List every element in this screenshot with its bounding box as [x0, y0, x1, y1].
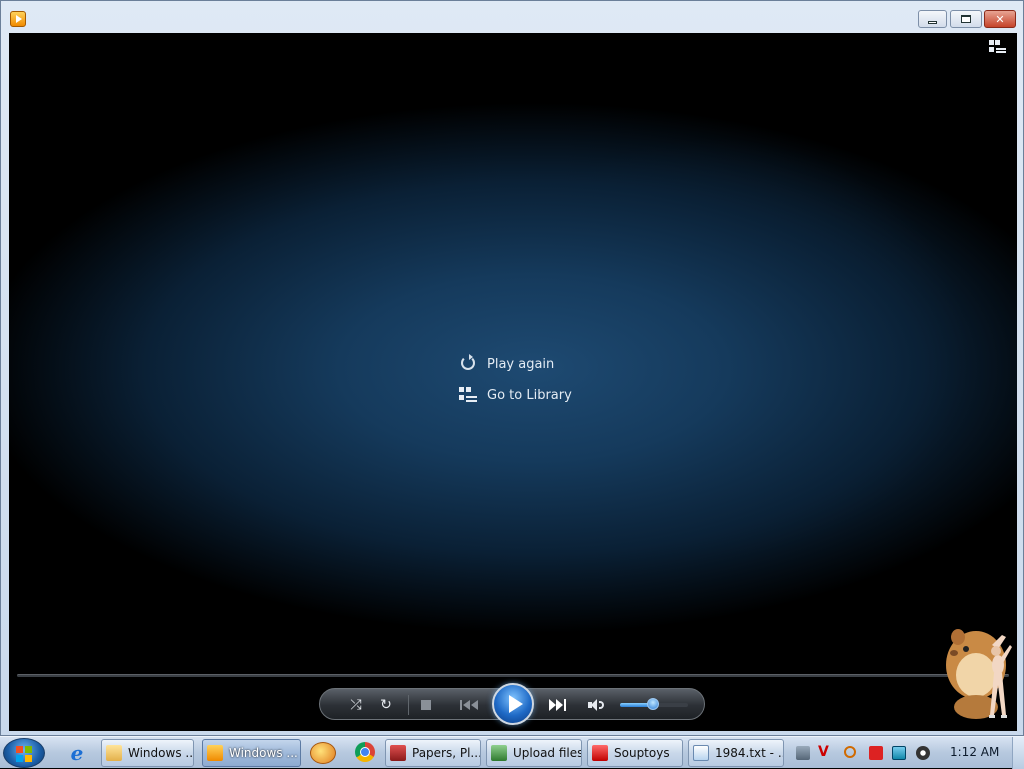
maximize-icon	[961, 15, 971, 23]
now-playing-area[interactable]: Play again Go to Library ⤮ ↻	[9, 33, 1017, 731]
replay-icon	[461, 354, 475, 370]
tray-app-icon[interactable]	[796, 746, 810, 760]
play-button[interactable]	[492, 683, 534, 725]
task-label: Windows ...	[128, 746, 194, 760]
upload-icon	[491, 745, 507, 761]
chrome-icon[interactable]	[355, 742, 375, 762]
flag-icon[interactable]	[869, 746, 883, 760]
mute-button[interactable]	[586, 696, 606, 714]
volume-slider[interactable]	[620, 698, 688, 710]
show-desktop-button[interactable]	[1012, 737, 1024, 769]
internet-explorer-icon[interactable]: e	[64, 741, 90, 765]
taskbar-task-papers[interactable]: Papers, Pl...	[385, 739, 481, 767]
taskbar-task-upload[interactable]: Upload files	[486, 739, 582, 767]
minimize-icon	[928, 20, 937, 24]
browser-tab-icon	[390, 745, 406, 761]
taskbar-task-notepad[interactable]: 1984.txt - ...	[688, 739, 784, 767]
maximize-button[interactable]	[950, 10, 982, 28]
taskbar-task-media-player[interactable]: Windows ...	[202, 739, 301, 767]
repeat-icon: ↻	[380, 697, 392, 713]
network-icon[interactable]	[892, 746, 906, 760]
go-to-library-label: Go to Library	[487, 387, 572, 403]
minimize-button[interactable]	[918, 10, 947, 28]
hamster-desktop-toy[interactable]	[940, 615, 1020, 740]
taskbar: e Windows ... Windows ... Papers, Pl... …	[0, 736, 1024, 769]
volume-tray-icon[interactable]	[916, 746, 930, 760]
play-again-link[interactable]: Play again	[459, 353, 629, 375]
shuffle-button[interactable]: ⤮	[346, 696, 366, 714]
next-icon	[548, 699, 556, 711]
taskbar-task-souptoys[interactable]: Souptoys	[587, 739, 683, 767]
windows-start-icon[interactable]	[3, 738, 45, 768]
title-bar[interactable]: ✕	[1, 1, 1023, 33]
task-label: 1984.txt - ...	[715, 746, 784, 760]
repeat-button[interactable]: ↻	[376, 696, 396, 714]
volume-thumb[interactable]	[646, 698, 659, 710]
clock[interactable]: 1:12 AM	[950, 745, 999, 759]
playback-controls: ⤮ ↻	[319, 683, 705, 725]
task-label: Papers, Pl...	[412, 746, 481, 760]
task-label: Windows ...	[229, 746, 298, 760]
stop-button[interactable]	[418, 696, 434, 714]
go-to-library-link[interactable]: Go to Library	[459, 384, 629, 406]
divider	[408, 695, 409, 715]
folder-icon	[106, 745, 122, 761]
previous-icon	[459, 700, 462, 710]
taskbar-task-explorer[interactable]: Windows ...	[101, 739, 194, 767]
switch-to-library-icon[interactable]	[989, 40, 1007, 54]
pinned-app-icon[interactable]	[310, 742, 336, 764]
library-grid-icon	[459, 387, 477, 403]
task-label: Upload files	[513, 746, 582, 760]
media-player-window: ✕ Play again Go to Library ⤮ ↻	[0, 0, 1024, 736]
next-button[interactable]	[542, 696, 572, 714]
play-again-label: Play again	[487, 356, 555, 372]
speaker-icon	[588, 699, 604, 711]
task-label: Souptoys	[614, 746, 670, 760]
seek-bar[interactable]	[17, 674, 1009, 677]
search-tray-icon[interactable]	[844, 746, 856, 758]
close-button[interactable]: ✕	[984, 10, 1016, 28]
notepad-icon	[693, 745, 709, 761]
previous-button[interactable]	[448, 694, 490, 716]
souptoys-icon	[592, 745, 608, 761]
antivirus-icon[interactable]: V	[818, 744, 832, 760]
stop-icon	[421, 700, 431, 710]
media-player-icon	[207, 745, 223, 761]
media-player-icon[interactable]	[10, 11, 26, 27]
shuffle-icon: ⤮	[350, 697, 362, 713]
